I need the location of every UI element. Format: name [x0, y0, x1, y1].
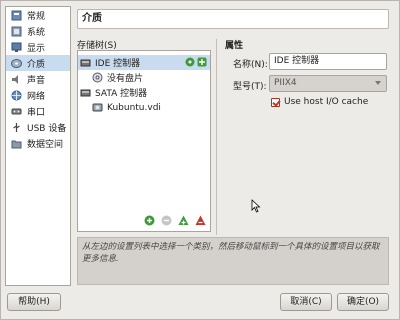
chevron-down-icon [375, 81, 381, 85]
sidebar-item-label: 显示 [27, 43, 46, 54]
tree-node-label: Kubuntu.vdi [107, 102, 161, 113]
sidebar-item-label: 介质 [27, 59, 46, 70]
usb-icon [13, 122, 20, 132]
sidebar-item-shared-folders[interactable]: 数据空间 [6, 135, 70, 151]
mouse-pointer-icon [251, 199, 261, 213]
sidebar-item-usb[interactable]: USB 设备 [6, 119, 70, 135]
tree-node-disk-image[interactable]: Kubuntu.vdi [78, 100, 210, 115]
sidebar-item-system[interactable]: 系统 [6, 23, 70, 39]
add-controller-icon[interactable] [144, 215, 155, 226]
sidebar-item-label: 系统 [27, 27, 46, 38]
cancel-button[interactable]: 取消(C) [280, 293, 332, 311]
tree-node-label: 没有盘片 [107, 74, 144, 84]
network-icon [11, 90, 22, 100]
host-cache-label: Use host I/O cache [284, 97, 369, 107]
attributes-heading: 属性 [225, 41, 244, 51]
sidebar-item-label: 串口 [27, 107, 46, 118]
add-cd-icon[interactable] [185, 57, 195, 67]
type-label: 型号(T): [233, 82, 267, 92]
add-hard-disk-icon[interactable] [197, 57, 207, 67]
type-select[interactable]: PIIX4 [269, 75, 387, 92]
sidebar-item-storage[interactable]: 介质 [6, 55, 70, 71]
remove-controller-icon[interactable] [161, 215, 172, 226]
settings-dialog: 常规 系统 显示 介质 声音 网络 串口 USB 设备 数据空间 介质 存储树(… [0, 0, 400, 320]
general-icon [11, 10, 22, 20]
sidebar-item-general[interactable]: 常规 [6, 7, 70, 23]
panel-separator [216, 39, 217, 235]
audio-icon [12, 74, 18, 84]
cd-icon [92, 72, 103, 83]
host-cache-checkbox[interactable] [271, 98, 280, 107]
tree-node-empty-drive[interactable]: 没有盘片 [78, 70, 210, 85]
ide-controller-icon [80, 59, 91, 67]
shared-folder-icon [11, 140, 22, 148]
sidebar-item-serial[interactable]: 串口 [6, 103, 70, 119]
storage-icon [11, 58, 22, 68]
serial-icon [11, 108, 22, 114]
name-field[interactable]: IDE 控制器 [269, 53, 387, 70]
name-label: 名称(N): [233, 60, 268, 70]
storage-tree[interactable]: IDE 控制器 没有盘片 SATA 控制器 Kubuntu.vdi [77, 50, 211, 232]
sidebar-item-network[interactable]: 网络 [6, 87, 70, 103]
sidebar-item-label: 网络 [27, 91, 46, 102]
sata-controller-icon [80, 89, 91, 97]
display-icon [11, 42, 22, 52]
sidebar-item-label: USB 设备 [27, 123, 67, 134]
system-icon [11, 26, 22, 36]
tree-node-label: SATA 控制器 [95, 89, 148, 99]
sidebar-item-label: 数据空间 [27, 139, 64, 150]
ok-button[interactable]: 确定(O) [337, 293, 389, 311]
settings-sidebar: 常规 系统 显示 介质 声音 网络 串口 USB 设备 数据空间 [5, 6, 71, 286]
hard-disk-icon [92, 103, 103, 112]
tree-node-label: IDE 控制器 [95, 59, 141, 69]
sidebar-item-display[interactable]: 显示 [6, 39, 70, 55]
info-description: 从左边的设置列表中选择一个类别，然后移动鼠标到一个具体的设置项目以获取更多信息. [77, 237, 389, 285]
sidebar-item-audio[interactable]: 声音 [6, 71, 70, 87]
type-select-value: PIIX4 [274, 78, 297, 88]
help-button[interactable]: 帮助(H) [7, 293, 61, 311]
page-title: 介质 [77, 9, 389, 29]
add-attachment-icon[interactable] [178, 215, 189, 226]
sidebar-item-label: 声音 [27, 75, 46, 86]
sidebar-item-label: 常规 [27, 11, 46, 22]
remove-attachment-icon[interactable] [195, 215, 206, 226]
tree-node-sata-controller[interactable]: SATA 控制器 [78, 85, 210, 100]
